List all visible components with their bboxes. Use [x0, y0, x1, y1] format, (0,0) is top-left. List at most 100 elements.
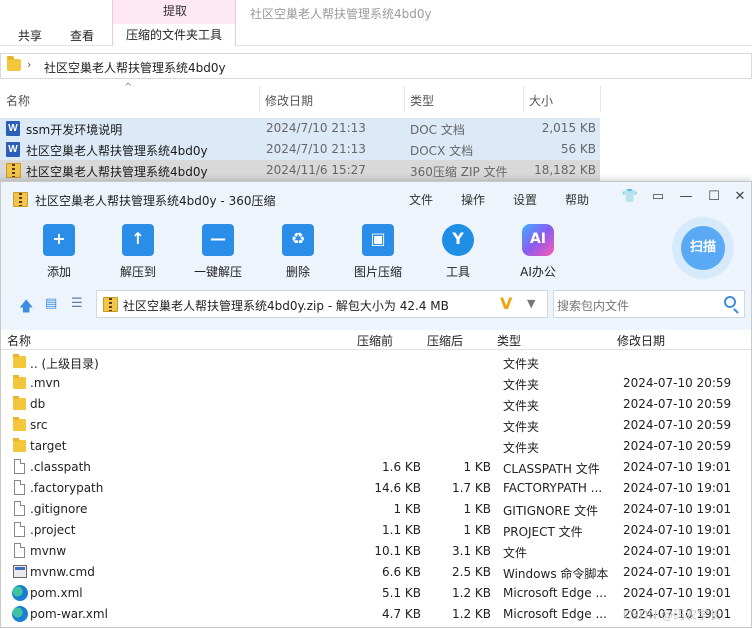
table-row[interactable]: .classpath 1.6 KB 1 KB CLASSPATH 文件 2024-07-…	[1, 457, 751, 478]
column-after[interactable]: 压缩后	[427, 332, 463, 349]
file-type: DOC 文档	[410, 123, 465, 137]
table-row[interactable]: .mvn 文件夹 2024-07-10 20:59	[1, 373, 751, 394]
zip-address-bar[interactable]: 社区空巢老人帮扶管理系统4bd0y.zip - 解包大小为 42.4 MB V …	[96, 290, 548, 318]
cell-size-before: 4.7 KB	[382, 607, 421, 621]
list-item[interactable]: W ssm开发环境说明 2024/7/10 21:13 DOC 文档 2,015…	[0, 118, 600, 139]
view-icon[interactable]: ▤	[45, 296, 57, 311]
tools-button[interactable]: Y 工具	[428, 224, 488, 282]
explorer-window-title: 社区空巢老人帮扶管理系统4bd0y	[250, 7, 432, 21]
file-name: 社区空巢老人帮扶管理系统4bd0y	[26, 144, 208, 158]
cell-date: 2024-07-10 19:01	[623, 502, 732, 516]
folder-icon	[13, 396, 26, 410]
ai-office-button[interactable]: AI AI办公	[508, 224, 568, 282]
list-item[interactable]: 社区空巢老人帮扶管理系统4bd0y 2024/11/6 15:27 360压缩 …	[0, 160, 600, 181]
cell-type: 文件夹	[503, 441, 540, 455]
table-row[interactable]: mvnw.cmd 6.6 KB 2.5 KB Windows 命令脚本 2024-07-…	[1, 562, 751, 583]
menu-help[interactable]: 帮助	[565, 191, 589, 208]
cell-size-before: 1 KB	[393, 502, 421, 516]
cell-type: Microsoft Edge ...	[503, 586, 607, 600]
file-icon	[14, 522, 25, 537]
column-size[interactable]: 大小	[529, 92, 553, 109]
cell-date: 2024-07-10 20:59	[623, 376, 732, 390]
one-click-extract-button[interactable]: — 一键解压	[188, 224, 248, 282]
cell-name: db	[30, 397, 46, 411]
watermark: CSDN @码农学长	[623, 608, 722, 622]
table-row[interactable]: src 文件夹 2024-07-10 20:59	[1, 415, 751, 436]
menu-operate[interactable]: 操作	[461, 191, 485, 208]
folder-icon	[13, 417, 26, 431]
minimize-icon[interactable]: —	[677, 189, 695, 204]
scan-label: 扫描	[681, 226, 725, 270]
zip-app-icon	[13, 192, 28, 207]
list-item[interactable]: W 社区空巢老人帮扶管理系统4bd0y 2024/7/10 21:13 DOCX…	[0, 139, 600, 160]
folder-icon	[7, 56, 21, 71]
table-row[interactable]: .gitignore 1 KB 1 KB GITIGNORE 文件 2024-07-10…	[1, 499, 751, 520]
cell-name: mvnw.cmd	[30, 565, 95, 579]
cell-date: 2024-07-10 19:01	[623, 523, 732, 537]
table-row[interactable]: .project 1.1 KB 1 KB PROJECT 文件 2024-07-10 1…	[1, 520, 751, 541]
cell-type: 文件夹	[503, 357, 540, 371]
cell-type: 文件夹	[503, 420, 540, 434]
cell-date: 2024-07-10 19:01	[623, 586, 732, 600]
menu-file[interactable]: 文件	[409, 191, 433, 208]
column-date[interactable]: 修改日期	[265, 92, 313, 109]
tools-icon: Y	[442, 224, 474, 256]
address-path: 社区空巢老人帮扶管理系统4bd0y	[44, 61, 226, 75]
up-arrow-icon[interactable]: 🡅	[19, 296, 33, 320]
delete-icon: ♻	[282, 224, 314, 256]
image-compress-button[interactable]: ▣ 图片压缩	[348, 224, 408, 282]
edge-icon	[12, 606, 28, 622]
add-button[interactable]: + 添加	[29, 224, 89, 282]
column-name[interactable]: 名称	[7, 332, 31, 349]
table-row[interactable]: mvnw 10.1 KB 3.1 KB 文件 2024-07-10 19:01	[1, 541, 751, 562]
search-icon[interactable]	[724, 296, 736, 308]
cell-name: .classpath	[30, 460, 91, 474]
cell-date: 2024-07-10 19:01	[623, 460, 732, 474]
column-type[interactable]: 类型	[497, 332, 521, 349]
file-icon	[14, 501, 25, 516]
zip-column-header: 名称 压缩前 压缩后 类型 修改日期	[1, 330, 751, 350]
column-date[interactable]: 修改日期	[617, 332, 665, 349]
list-view-icon[interactable]: ☰	[71, 296, 83, 311]
maximize-icon[interactable]: ☐	[705, 189, 723, 204]
chevron-right-icon[interactable]: ›	[27, 58, 31, 71]
explorer-address-bar[interactable]: › 社区空巢老人帮扶管理系统4bd0y	[0, 53, 752, 79]
cell-size-before: 6.6 KB	[382, 565, 421, 579]
table-row[interactable]: .factorypath 14.6 KB 1.7 KB FACTORYPATH ...…	[1, 478, 751, 499]
search-box[interactable]: 搜索包内文件	[553, 290, 745, 318]
skin-icon[interactable]: 👕	[621, 189, 639, 204]
menu-settings[interactable]: 设置	[513, 191, 537, 208]
cell-type: 文件夹	[503, 378, 540, 392]
file-type: DOCX 文档	[410, 144, 474, 158]
table-row[interactable]: db 文件夹 2024-07-10 20:59	[1, 394, 751, 415]
cell-size-after: 1.2 KB	[452, 586, 491, 600]
tab-view[interactable]: 查看	[70, 27, 94, 44]
column-name[interactable]: 名称	[6, 92, 30, 109]
add-icon: +	[43, 224, 75, 256]
chevron-down-icon[interactable]: ▼	[527, 297, 535, 310]
column-before[interactable]: 压缩前	[357, 332, 393, 349]
extract-to-button[interactable]: ↑ 解压到	[108, 224, 168, 282]
tab-compressed-folder-tools[interactable]: 压缩的文件夹工具	[113, 24, 235, 46]
file-size: 56 KB	[560, 142, 596, 156]
zip-icon	[6, 163, 21, 178]
cell-type: Windows 命令脚本	[503, 567, 609, 581]
feedback-icon[interactable]: ▭	[649, 189, 667, 204]
v-badge-icon[interactable]: V	[500, 294, 512, 313]
file-icon	[14, 480, 25, 495]
tab-share[interactable]: 共享	[18, 27, 42, 44]
table-row[interactable]: target 文件夹 2024-07-10 20:59	[1, 436, 751, 457]
one-click-extract-icon: —	[202, 224, 234, 256]
delete-button[interactable]: ♻ 删除	[268, 224, 328, 282]
table-row[interactable]: pom.xml 5.1 KB 1.2 KB Microsoft Edge ... 202…	[1, 583, 751, 604]
zip-address-text: 社区空巢老人帮扶管理系统4bd0y.zip - 解包大小为 42.4 MB	[123, 299, 449, 313]
table-row[interactable]: .. (上级目录) 文件夹	[1, 352, 751, 373]
cell-name: .mvn	[30, 376, 61, 390]
cell-date: 2024-07-10 19:01	[623, 481, 732, 495]
word-icon: W	[6, 121, 20, 136]
folder-icon	[13, 375, 26, 389]
scan-button[interactable]: 扫描	[672, 217, 734, 279]
column-type[interactable]: 类型	[410, 92, 434, 109]
close-icon[interactable]: ✕	[731, 189, 749, 204]
search-input[interactable]: 搜索包内文件	[557, 297, 629, 314]
